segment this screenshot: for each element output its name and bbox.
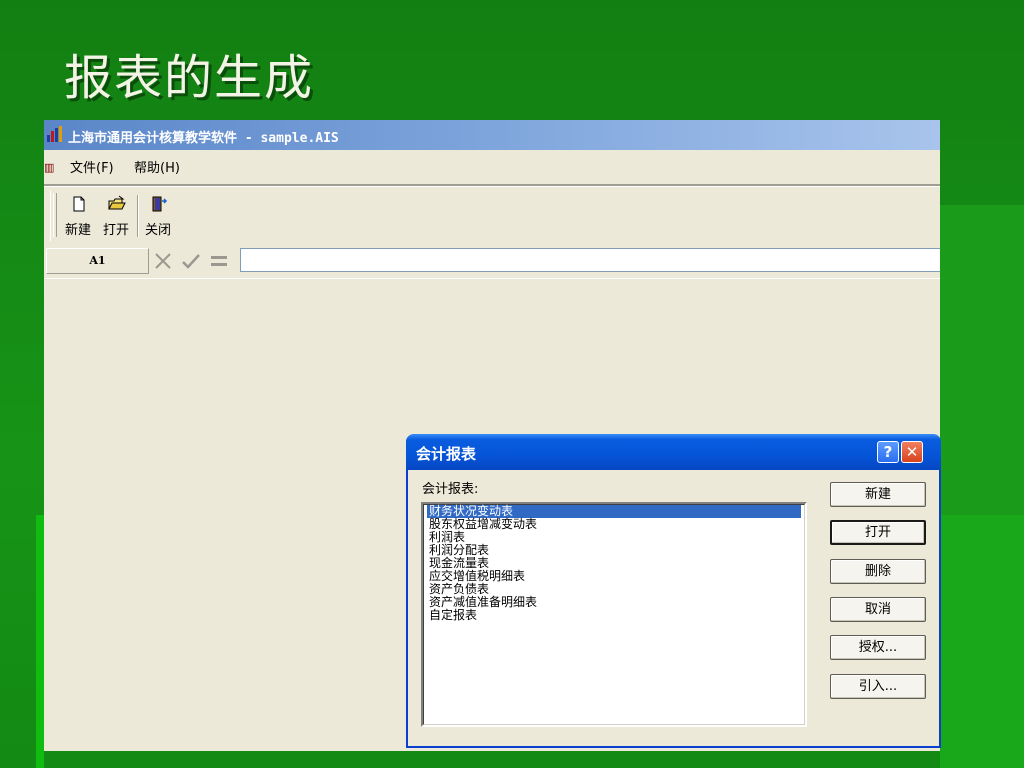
slide-decor-stripe [940,205,1024,515]
cancel-button[interactable]: 取消 [830,597,926,622]
report-list-label: 会计报表: [422,482,479,497]
toolbar-new-label: 新建 [64,223,91,238]
equals-formula-button[interactable] [206,248,232,274]
menu-help[interactable]: 帮助(H) [134,157,180,176]
formula-input[interactable] [240,248,940,272]
equals-icon [211,256,227,266]
help-button[interactable]: ? [877,441,899,463]
close-icon: ✕ [905,443,919,461]
import-button[interactable]: 引入... [830,674,926,699]
authorize-button[interactable]: 授权... [830,635,926,660]
question-icon: ? [883,443,893,461]
dialog-titlebar[interactable]: 会计报表 ? ✕ [406,434,941,470]
toolbar-close-label: 关闭 [144,223,171,238]
app-chart-icon [47,126,62,142]
accounting-reports-dialog: 会计报表 ? ✕ 会计报表: 财务状况变动表 股东权益增减变动表 利润表 利润分… [406,434,941,748]
delete-report-button[interactable]: 删除 [830,559,926,584]
menu-bar: ▥ 文件(F) 帮助(H) [44,150,940,182]
exit-door-icon [152,196,168,212]
dialog-title: 会计报表 [416,445,477,463]
checkmark-icon [182,254,200,269]
toolbar-grip[interactable] [53,193,57,237]
slide-decor-stripe [36,515,44,768]
cell-reference[interactable]: A1 [46,248,149,274]
cancel-x-icon [155,253,171,269]
confirm-formula-button[interactable] [178,248,204,274]
menu-grip-icon: ▥ [44,161,55,174]
close-button[interactable]: ✕ [901,441,923,463]
menu-file[interactable]: 文件(F) [70,157,114,176]
window-title: 上海市通用会计核算教学软件 - sample.AIS [68,131,339,146]
toolbar-close-button[interactable]: 关闭 [139,193,177,239]
toolbar-open-label: 打开 [102,223,129,238]
new-report-button[interactable]: 新建 [830,482,926,507]
list-item[interactable]: 自定报表 [427,609,477,622]
slide-title: 报表的生成 [64,50,315,106]
open-folder-icon [108,195,126,210]
menu-divider [44,184,940,187]
toolbar-new-button[interactable]: 新建 [59,193,97,239]
open-report-button[interactable]: 打开 [830,520,926,545]
slide-decor-stripe [940,515,1024,768]
toolbar-open-button[interactable]: 打开 [97,193,135,239]
cancel-formula-button[interactable] [150,248,176,274]
toolbar: 新建 打开 关闭 [50,191,177,241]
window-titlebar[interactable]: 上海市通用会计核算教学软件 - sample.AIS [44,120,940,150]
report-listbox[interactable]: 财务状况变动表 股东权益增减变动表 利润表 利润分配表 现金流量表 应交增值税明… [421,502,807,727]
formula-bar: A1 [44,246,940,276]
report-list-inner: 财务状况变动表 股东权益增减变动表 利润表 利润分配表 现金流量表 应交增值税明… [423,504,805,725]
new-file-icon [73,196,85,212]
